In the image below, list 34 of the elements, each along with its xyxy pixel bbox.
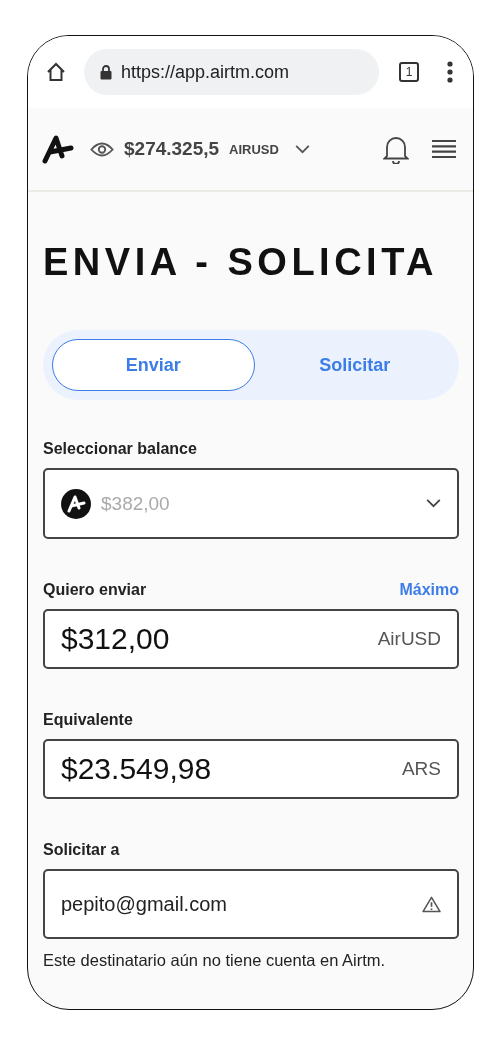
url-text: https://app.airtm.com [121,61,290,83]
currency-code: AIRUSD [229,141,279,157]
max-link[interactable]: Máximo [399,581,459,599]
lock-icon [100,64,112,80]
email-value: pepito@gmail.com [61,892,227,916]
help-text: Este destinatario aún no tiene cuenta en Airtm. [43,951,387,970]
more-icon[interactable] [447,61,453,83]
currency-unit: ARS [401,758,441,780]
chevron-down-icon[interactable] [294,144,310,154]
email-field[interactable]: pepito@gmail.com [43,869,459,939]
chevron-down-icon [426,499,441,508]
amount-field[interactable]: $23.549,98 ARS [43,739,459,799]
logo-icon [61,488,91,519]
field-label: Equivalente [43,711,134,729]
bell-icon[interactable] [383,134,409,164]
amount-field[interactable]: $312,00 AirUSD [43,609,459,669]
currency-unit: AirUSD [377,628,441,650]
menu-icon[interactable] [431,139,457,159]
logo-icon[interactable] [42,134,74,164]
address-bar[interactable]: https://app.airtm.com [84,49,379,95]
field-label: Quiero enviar [43,581,148,599]
amount-value: $23.549,98 [61,752,212,786]
amount-value: $312,00 [61,622,170,656]
warning-icon [422,895,441,913]
field-label: Solicitar a [43,841,121,859]
mode-tab[interactable]: Solicitar [254,339,455,391]
balance-amount: $274.325,5 [124,138,220,160]
home-icon[interactable] [46,62,66,82]
eye-icon[interactable] [90,140,114,158]
selected-balance: $382,00 [101,492,170,515]
page-title: ENVIA - SOLICITA [43,240,439,284]
field-label: Seleccionar balance [43,440,198,458]
tab-count-button[interactable]: 1 [399,62,419,82]
mode-tab[interactable]: Enviar [52,339,255,391]
